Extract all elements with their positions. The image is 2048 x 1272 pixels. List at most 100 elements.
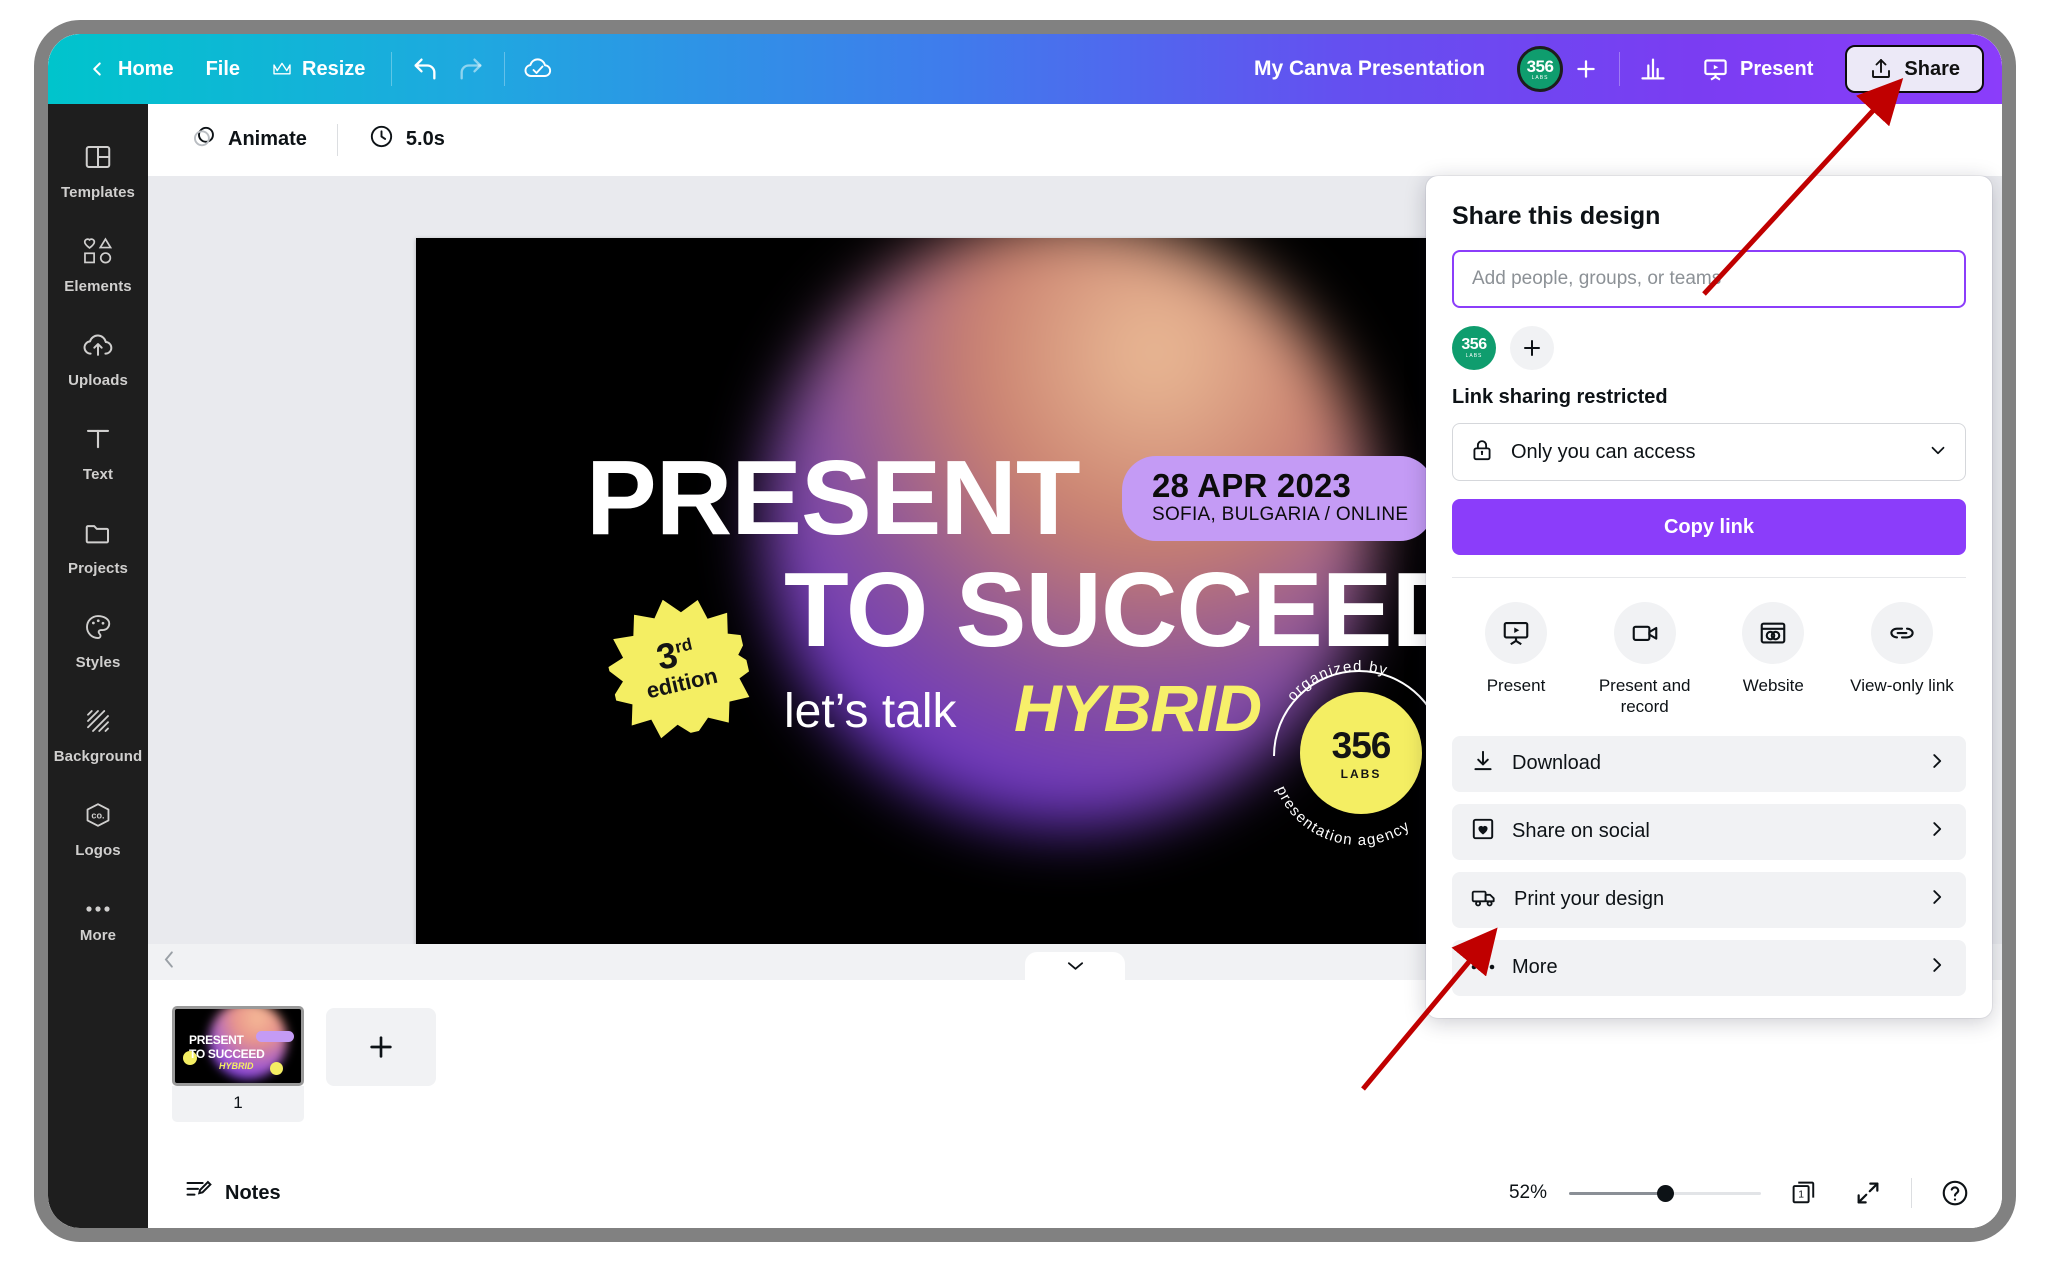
sidebar-item-styles[interactable]: Styles [48, 594, 148, 688]
svg-text:co.: co. [91, 810, 104, 820]
scroll-left-arrow[interactable] [162, 950, 177, 974]
share-people-input[interactable] [1452, 250, 1966, 308]
edition-badge[interactable]: 3rd edition [596, 584, 759, 747]
background-icon [83, 706, 113, 741]
seal-logo: 356 LABS [1300, 692, 1422, 814]
chevron-right-icon [1926, 750, 1948, 777]
sidebar-item-label: Elements [64, 277, 132, 295]
home-button[interactable]: Home [70, 46, 190, 92]
event-date: 28 APR 2023 [1152, 467, 1352, 504]
copy-link-button[interactable]: Copy link [1452, 499, 1966, 555]
sidebar-item-text[interactable]: Text [48, 406, 148, 500]
event-date-badge[interactable]: 28 APR 2023 SOFIA, BULGARIA / ONLINE [1122, 456, 1435, 541]
collapse-panel-button[interactable] [1025, 952, 1125, 980]
avatar-initials: 356 [1526, 56, 1554, 76]
sidebar-item-background[interactable]: Background [48, 688, 148, 782]
quick-action-view-only-link[interactable]: View-only link [1842, 602, 1962, 718]
share-row-more[interactable]: More [1452, 939, 1966, 996]
present-icon [1702, 56, 1729, 83]
sidebar-item-label: Projects [68, 559, 128, 577]
quick-action-label: Present [1486, 676, 1546, 695]
undo-button[interactable] [402, 46, 448, 92]
avatar-sublabel: LABS [1465, 353, 1483, 359]
thumbnail-title-line1: PRESENT [189, 1033, 244, 1047]
chevron-right-icon [1926, 954, 1948, 981]
share-row-print-your-design[interactable]: Print your design [1452, 871, 1966, 928]
access-level-select[interactable]: Only you can access [1452, 423, 1966, 481]
quick-action-present[interactable]: Present [1456, 602, 1576, 718]
page-thumbnail[interactable]: PRESENT TO SUCCEED HYBRID [172, 1006, 304, 1086]
page-grid-button[interactable]: 1 [1783, 1172, 1825, 1214]
event-location: SOFIA, BULGARIA / ONLINE [1152, 503, 1409, 525]
animate-icon [190, 123, 217, 156]
toolbar-divider-3 [1619, 52, 1621, 86]
help-button[interactable] [1934, 1172, 1976, 1214]
sidebar-item-logos[interactable]: co. Logos [48, 782, 148, 876]
share-button[interactable]: Share [1845, 45, 1984, 93]
chevron-right-icon [1926, 886, 1948, 913]
present-button[interactable]: Present [1682, 45, 1833, 93]
cloud-saved-icon[interactable] [515, 46, 561, 92]
quick-actions: Present Present and record Website View-… [1452, 577, 1966, 736]
sidebar-item-templates[interactable]: Templates [48, 124, 148, 218]
canvas-toolbar: Animate 5.0s [148, 104, 2002, 176]
edition-word: edition [643, 662, 720, 704]
fullscreen-button[interactable] [1847, 1172, 1889, 1214]
toolbar-divider [336, 123, 338, 156]
quick-action-present-and-record[interactable]: Present and record [1585, 602, 1705, 718]
document-title[interactable]: My Canva Presentation [1240, 49, 1499, 89]
top-toolbar: Home File Resize My Canva Presentation 3… [48, 34, 2002, 104]
file-menu-button[interactable]: File [190, 46, 256, 92]
share-row-label: Download [1512, 752, 1601, 774]
zoom-slider[interactable] [1569, 1183, 1761, 1203]
quick-action-label: Present and record [1598, 676, 1691, 717]
add-page-button[interactable] [326, 1008, 436, 1086]
notes-icon [184, 1176, 212, 1210]
share-row-label: Share on social [1512, 820, 1650, 842]
bottom-toolbar: Notes 52% 1 [148, 1158, 2002, 1228]
bottom-divider [1911, 1178, 1912, 1208]
thumbnail-date-pill [256, 1031, 294, 1042]
sidebar-item-more[interactable]: More [48, 876, 148, 970]
sidebar-item-elements[interactable]: Elements [48, 218, 148, 312]
share-row-download[interactable]: Download [1452, 735, 1966, 792]
share-row-share-on-social[interactable]: Share on social [1452, 803, 1966, 860]
sidebar-item-projects[interactable]: Projects [48, 500, 148, 594]
zoom-slider-handle[interactable] [1657, 1185, 1675, 1202]
seal-logo-sub: LABS [1340, 767, 1382, 781]
add-collaborator-button[interactable] [1510, 326, 1554, 370]
slide-highlight-word[interactable]: HYBRID [1014, 670, 1262, 746]
download-icon [1470, 748, 1496, 779]
avatar[interactable]: 356 LABS [1517, 46, 1564, 92]
insights-icon[interactable] [1630, 46, 1676, 92]
zoom-track-empty [1668, 1192, 1761, 1195]
social-icon [1470, 816, 1496, 847]
page-thumbnail-wrapper: PRESENT TO SUCCEED HYBRID 1 [172, 1006, 304, 1122]
sidebar-item-uploads[interactable]: Uploads [48, 312, 148, 406]
resize-button[interactable]: Resize [256, 46, 381, 92]
link-icon [1870, 602, 1933, 664]
duration-label: 5.0s [405, 128, 445, 150]
truck-icon [1470, 884, 1498, 915]
share-panel-title: Share this design [1452, 202, 1661, 230]
left-sidebar: Templates Elements Uploads Text Projects… [48, 104, 148, 1228]
share-people-list: 356 LABS [1452, 326, 1966, 370]
access-level-value: Only you can access [1511, 440, 1696, 463]
crown-icon [272, 61, 292, 77]
slide-title-line1[interactable]: PRESENT [586, 445, 1081, 551]
slide-subtitle[interactable]: let’s talk [784, 684, 957, 739]
notes-button[interactable]: Notes [172, 1170, 293, 1216]
share-panel: Share this design 356 LABS Link sharing … [1426, 176, 1992, 1018]
present-icon [1485, 602, 1547, 664]
toolbar-divider-1 [391, 52, 393, 86]
sidebar-item-label: Templates [61, 183, 135, 201]
add-collaborator-button[interactable] [1563, 46, 1609, 92]
animate-button[interactable]: Animate [176, 116, 321, 164]
plus-icon [1524, 340, 1540, 356]
quick-action-website[interactable]: Website [1713, 602, 1833, 718]
collaborator-avatar[interactable]: 356 LABS [1452, 326, 1496, 370]
redo-button[interactable] [448, 46, 494, 92]
notes-label: Notes [225, 1181, 281, 1204]
duration-button[interactable]: 5.0s [354, 116, 459, 164]
chevron-down-icon [1067, 962, 1083, 970]
